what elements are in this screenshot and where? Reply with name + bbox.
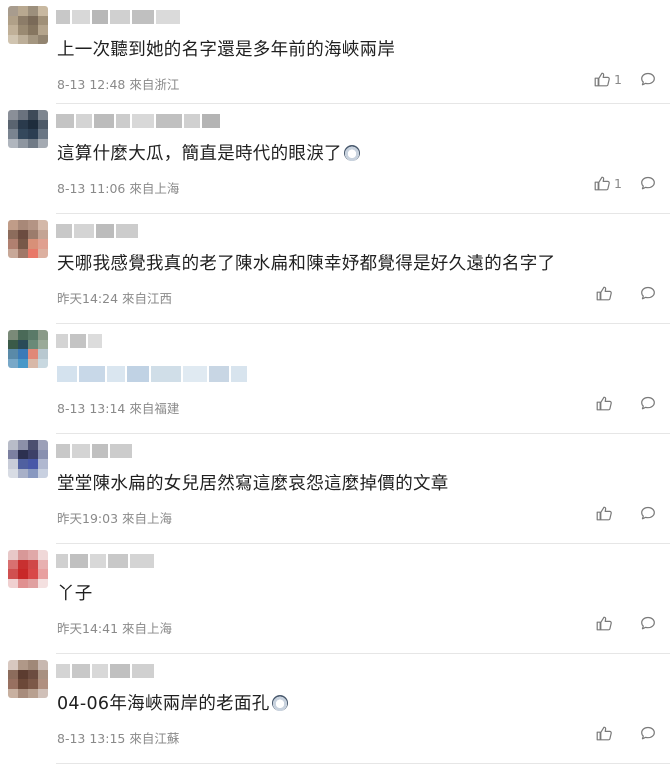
comment-timestamp-location: 8-13 13:14 來自福建 (57, 401, 180, 416)
reply-button[interactable] (640, 616, 656, 631)
comment-item: 這算什麼大瓜，簡直是時代的眼淚了 8-13 11:06 來自上海 1 (0, 104, 670, 214)
username-obscured[interactable] (56, 334, 102, 348)
comment-timestamp-location: 8-13 13:15 來自江蘇 (57, 731, 180, 746)
like-button[interactable] (596, 286, 622, 301)
comment-text-label: 04-06年海峽兩岸的老面孔 (57, 694, 270, 714)
speech-bubble-icon (640, 396, 656, 411)
emoji-icon (271, 695, 288, 711)
comment-timestamp-location: 昨天14:24 來自江西 (57, 291, 172, 306)
thumbs-up-icon (596, 506, 613, 521)
speech-bubble-icon (640, 506, 656, 521)
thumbs-up-icon (596, 396, 613, 411)
comment-actions (596, 286, 656, 301)
thumbs-up-icon (596, 616, 613, 631)
comment-text: 上一次聽到她的名字還是多年前的海峽兩岸 (57, 36, 395, 61)
comment-timestamp-location: 8-13 12:48 來自浙江 (57, 77, 180, 92)
comment-text-label: 丫子 (57, 584, 93, 604)
like-count: 1 (614, 176, 622, 191)
comment-timestamp-location: 昨天14:41 來自上海 (57, 621, 172, 636)
comment-text-label: 上一次聽到她的名字還是多年前的海峽兩岸 (57, 40, 396, 60)
speech-bubble-icon (640, 176, 656, 191)
username-obscured[interactable] (56, 664, 154, 678)
avatar[interactable] (8, 660, 48, 698)
username-obscured[interactable] (56, 554, 154, 568)
speech-bubble-icon (640, 72, 656, 87)
comment-actions: 1 (594, 72, 656, 87)
like-count: 1 (614, 72, 622, 87)
emoji-icon (343, 145, 360, 161)
avatar[interactable] (8, 550, 48, 588)
like-button[interactable] (596, 506, 622, 521)
comment-item: 丫子昨天14:41 來自上海 (0, 544, 670, 654)
speech-bubble-icon (640, 616, 656, 631)
reply-button[interactable] (640, 176, 656, 191)
comment-actions (596, 396, 656, 411)
comment-text: 天哪我感覺我真的老了陳水扁和陳幸妤都覺得是好久遠的名字了 (57, 250, 555, 275)
comment-text-obscured (57, 366, 247, 382)
comment-text: 04-06年海峽兩岸的老面孔 (57, 690, 288, 715)
username-obscured[interactable] (56, 444, 132, 458)
comment-timestamp-location: 昨天19:03 來自上海 (57, 511, 172, 526)
reply-button[interactable] (640, 726, 656, 741)
comment-item: 上一次聽到她的名字還是多年前的海峽兩岸 8-13 12:48 來自浙江 1 (0, 0, 670, 104)
comment-item: 天哪我感覺我真的老了陳水扁和陳幸妤都覺得是好久遠的名字了昨天14:24 來自江西 (0, 214, 670, 324)
username-obscured[interactable] (56, 224, 138, 238)
like-button[interactable] (596, 616, 622, 631)
avatar[interactable] (8, 110, 48, 148)
comment-text-label: 堂堂陳水扁的女兒居然寫這麼哀怨這麼掉價的文章 (57, 474, 449, 494)
reply-button[interactable] (640, 506, 656, 521)
comment-item: 8-13 13:14 來自福建 (0, 324, 670, 434)
comment-text-label: 天哪我感覺我真的老了陳水扁和陳幸妤都覺得是好久遠的名字了 (57, 254, 556, 274)
comment-item: 堂堂陳水扁的女兒居然寫這麼哀怨這麼掉價的文章昨天19:03 來自上海 (0, 434, 670, 544)
like-button[interactable]: 1 (594, 176, 622, 191)
thumbs-up-icon (596, 726, 613, 741)
avatar[interactable] (8, 330, 48, 368)
avatar[interactable] (8, 440, 48, 478)
comment-text: 這算什麼大瓜，簡直是時代的眼淚了 (57, 140, 360, 165)
like-button[interactable] (596, 396, 622, 411)
comment-item: 04-06年海峽兩岸的老面孔 8-13 13:15 來自江蘇 (0, 654, 670, 764)
comment-timestamp-location: 8-13 11:06 來自上海 (57, 181, 180, 196)
comment-actions (596, 616, 656, 631)
like-button[interactable]: 1 (594, 72, 622, 87)
username-obscured[interactable] (56, 114, 220, 128)
reply-button[interactable] (640, 286, 656, 301)
divider (56, 763, 670, 764)
reply-button[interactable] (640, 396, 656, 411)
speech-bubble-icon (640, 726, 656, 741)
thumbs-up-icon (596, 286, 613, 301)
comment-text-label: 這算什麼大瓜，簡直是時代的眼淚了 (57, 144, 342, 164)
avatar[interactable] (8, 6, 48, 44)
comment-actions: 1 (594, 176, 656, 191)
comment-list: 上一次聽到她的名字還是多年前的海峽兩岸 8-13 12:48 來自浙江 1 這算什麼大… (0, 0, 670, 764)
comment-actions (596, 726, 656, 741)
comment-text: 堂堂陳水扁的女兒居然寫這麼哀怨這麼掉價的文章 (57, 470, 449, 495)
username-obscured[interactable] (56, 10, 180, 24)
comment-actions (596, 506, 656, 521)
comment-text: 丫子 (57, 580, 93, 605)
like-button[interactable] (596, 726, 622, 741)
avatar[interactable] (8, 220, 48, 258)
thumbs-up-icon (594, 176, 611, 191)
reply-button[interactable] (640, 72, 656, 87)
thumbs-up-icon (594, 72, 611, 87)
speech-bubble-icon (640, 286, 656, 301)
